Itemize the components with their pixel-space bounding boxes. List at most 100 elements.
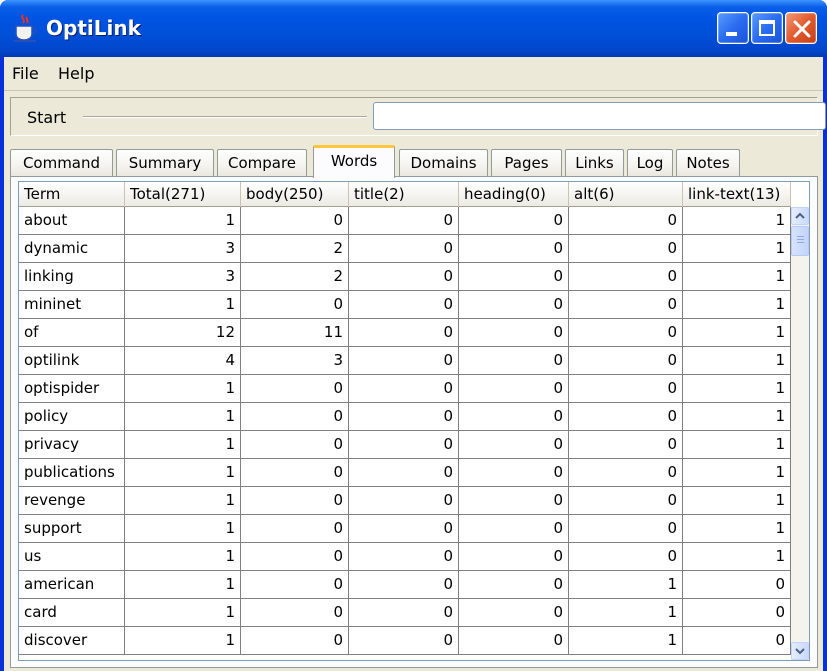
cell-total[interactable]: 3 xyxy=(125,263,241,291)
cell-heading[interactable]: 0 xyxy=(459,403,569,431)
column-header-title[interactable]: title(2) xyxy=(349,182,459,207)
cell-total[interactable]: 1 xyxy=(125,627,241,655)
cell-body[interactable]: 0 xyxy=(241,375,349,403)
cell-total[interactable]: 1 xyxy=(125,571,241,599)
cell-body[interactable]: 0 xyxy=(241,515,349,543)
cell-title[interactable]: 0 xyxy=(349,459,459,487)
cell-alt[interactable]: 0 xyxy=(569,543,683,571)
cell-title[interactable]: 0 xyxy=(349,571,459,599)
cell-link-text[interactable]: 1 xyxy=(683,207,791,235)
cell-body[interactable]: 2 xyxy=(241,235,349,263)
tab-compare[interactable]: Compare xyxy=(217,149,307,177)
cell-body[interactable]: 11 xyxy=(241,319,349,347)
cell-link-text[interactable]: 1 xyxy=(683,375,791,403)
cell-term[interactable]: publications xyxy=(19,459,125,487)
cell-term[interactable]: dynamic xyxy=(19,235,125,263)
cell-total[interactable]: 1 xyxy=(125,403,241,431)
cell-total[interactable]: 3 xyxy=(125,235,241,263)
cell-link-text[interactable]: 1 xyxy=(683,235,791,263)
table-row[interactable]: privacy 1 0 0 0 0 1 xyxy=(19,431,791,459)
scroll-down-icon[interactable] xyxy=(791,642,809,660)
cell-title[interactable]: 0 xyxy=(349,515,459,543)
cell-heading[interactable]: 0 xyxy=(459,291,569,319)
cell-link-text[interactable]: 1 xyxy=(683,403,791,431)
tab-pages[interactable]: Pages xyxy=(491,149,562,177)
cell-total[interactable]: 1 xyxy=(125,291,241,319)
cell-body[interactable]: 3 xyxy=(241,347,349,375)
cell-body[interactable]: 0 xyxy=(241,571,349,599)
cell-alt[interactable]: 1 xyxy=(569,599,683,627)
cell-alt[interactable]: 0 xyxy=(569,431,683,459)
title-bar[interactable]: OptiLink xyxy=(0,0,827,57)
cell-title[interactable]: 0 xyxy=(349,487,459,515)
cell-heading[interactable]: 0 xyxy=(459,459,569,487)
cell-alt[interactable]: 1 xyxy=(569,571,683,599)
cell-body[interactable]: 0 xyxy=(241,543,349,571)
cell-heading[interactable]: 0 xyxy=(459,599,569,627)
cell-link-text[interactable]: 1 xyxy=(683,263,791,291)
table-row[interactable]: policy 1 0 0 0 0 1 xyxy=(19,403,791,431)
cell-link-text[interactable]: 1 xyxy=(683,291,791,319)
table-row[interactable]: of 12 11 0 0 0 1 xyxy=(19,319,791,347)
vertical-scrollbar[interactable] xyxy=(791,207,809,660)
cell-title[interactable]: 0 xyxy=(349,599,459,627)
cell-body[interactable]: 2 xyxy=(241,263,349,291)
cell-term[interactable]: support xyxy=(19,515,125,543)
cell-link-text[interactable]: 1 xyxy=(683,319,791,347)
cell-term[interactable]: mininet xyxy=(19,291,125,319)
table-row[interactable]: optispider 1 0 0 0 0 1 xyxy=(19,375,791,403)
cell-title[interactable]: 0 xyxy=(349,207,459,235)
cell-total[interactable]: 1 xyxy=(125,543,241,571)
cell-term[interactable]: revenge xyxy=(19,487,125,515)
cell-term[interactable]: american xyxy=(19,571,125,599)
cell-body[interactable]: 0 xyxy=(241,627,349,655)
cell-title[interactable]: 0 xyxy=(349,235,459,263)
cell-title[interactable]: 0 xyxy=(349,403,459,431)
menu-help[interactable]: Help xyxy=(58,64,94,83)
maximize-icon[interactable] xyxy=(751,12,783,44)
cell-title[interactable]: 0 xyxy=(349,319,459,347)
cell-total[interactable]: 1 xyxy=(125,515,241,543)
cell-term[interactable]: discover xyxy=(19,627,125,655)
cell-link-text[interactable]: 1 xyxy=(683,543,791,571)
cell-body[interactable]: 0 xyxy=(241,207,349,235)
menu-file[interactable]: File xyxy=(12,64,39,83)
cell-heading[interactable]: 0 xyxy=(459,487,569,515)
cell-term[interactable]: optilink xyxy=(19,347,125,375)
cell-alt[interactable]: 0 xyxy=(569,515,683,543)
cell-alt[interactable]: 0 xyxy=(569,291,683,319)
cell-heading[interactable]: 0 xyxy=(459,347,569,375)
cell-title[interactable]: 0 xyxy=(349,543,459,571)
tab-summary[interactable]: Summary xyxy=(116,149,214,177)
cell-link-text[interactable]: 0 xyxy=(683,627,791,655)
cell-link-text[interactable]: 0 xyxy=(683,599,791,627)
cell-title[interactable]: 0 xyxy=(349,263,459,291)
table-row[interactable]: publications 1 0 0 0 0 1 xyxy=(19,459,791,487)
cell-title[interactable]: 0 xyxy=(349,431,459,459)
column-header-link-text[interactable]: link-text(13) xyxy=(683,182,791,207)
cell-heading[interactable]: 0 xyxy=(459,571,569,599)
cell-alt[interactable]: 0 xyxy=(569,487,683,515)
table-row[interactable]: optilink 4 3 0 0 0 1 xyxy=(19,347,791,375)
cell-heading[interactable]: 0 xyxy=(459,515,569,543)
scrollbar-thumb[interactable] xyxy=(791,226,809,256)
cell-heading[interactable]: 0 xyxy=(459,235,569,263)
cell-heading[interactable]: 0 xyxy=(459,263,569,291)
cell-term[interactable]: policy xyxy=(19,403,125,431)
cell-link-text[interactable]: 0 xyxy=(683,571,791,599)
column-header-heading[interactable]: heading(0) xyxy=(459,182,569,207)
column-header-total[interactable]: Total(271) xyxy=(125,182,241,207)
cell-title[interactable]: 0 xyxy=(349,291,459,319)
cell-body[interactable]: 0 xyxy=(241,487,349,515)
cell-link-text[interactable]: 1 xyxy=(683,487,791,515)
column-header-body[interactable]: body(250) xyxy=(241,182,349,207)
cell-alt[interactable]: 0 xyxy=(569,403,683,431)
cell-total[interactable]: 1 xyxy=(125,599,241,627)
cell-body[interactable]: 0 xyxy=(241,403,349,431)
minimize-icon[interactable] xyxy=(717,12,749,44)
table-row[interactable]: support 1 0 0 0 0 1 xyxy=(19,515,791,543)
cell-heading[interactable]: 0 xyxy=(459,627,569,655)
table-row[interactable]: us 1 0 0 0 0 1 xyxy=(19,543,791,571)
tab-words[interactable]: Words xyxy=(313,145,395,178)
column-header-alt[interactable]: alt(6) xyxy=(569,182,683,207)
